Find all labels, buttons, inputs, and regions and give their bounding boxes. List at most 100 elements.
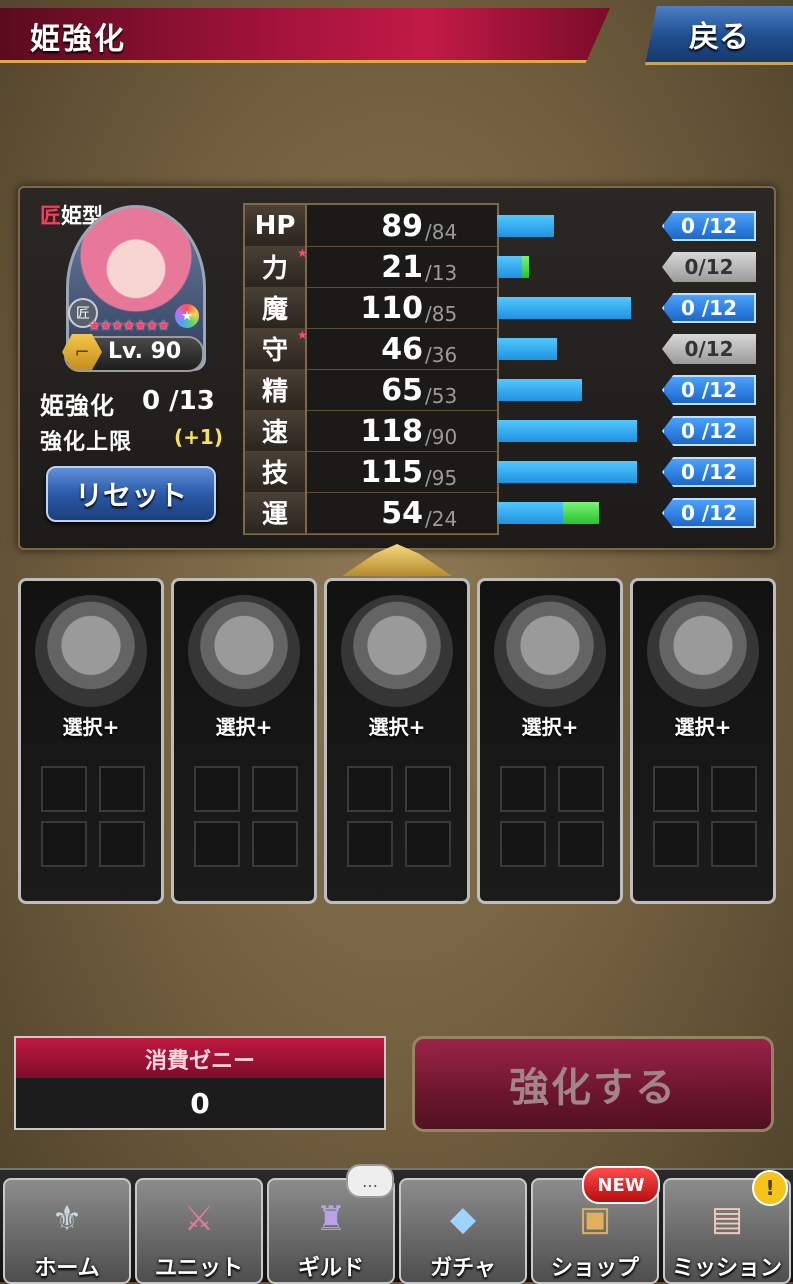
stat-value: 54 — [381, 496, 423, 531]
material-mini-slot — [711, 766, 757, 812]
stat-points-button[interactable]: 0 /12 — [662, 498, 756, 528]
stat-base-value: /84 — [425, 220, 458, 244]
nav-label: ユニット — [154, 1256, 243, 1281]
select-slot-label: 選択+ — [368, 715, 426, 739]
material-slot[interactable]: 選択+ — [630, 578, 776, 904]
material-mini-slot — [347, 766, 393, 812]
empty-slot-emblem-icon — [188, 595, 300, 707]
castle-icon: ♜ — [315, 1199, 347, 1239]
enhance-count-value: 0 /13 — [142, 386, 215, 416]
stat-bar-fill — [497, 256, 522, 278]
empty-slot-emblem-icon — [35, 595, 147, 707]
back-button[interactable]: 戻る — [645, 6, 793, 65]
material-mini-slot — [500, 766, 546, 812]
material-mini-slot — [252, 821, 298, 867]
nav-label: ホーム — [34, 1256, 100, 1281]
stat-bar-fill — [497, 502, 563, 524]
stat-bar — [497, 461, 637, 483]
nav-item[interactable]: ⚜ ホーム — [3, 1178, 131, 1284]
stat-bar — [497, 379, 637, 401]
new-badge: NEW — [582, 1166, 660, 1204]
material-mini-slot — [558, 821, 604, 867]
material-mini-slot — [405, 766, 451, 812]
material-mini-slot — [99, 766, 145, 812]
stat-row: 運 54/24 — [245, 492, 497, 534]
reset-button[interactable]: リセット — [46, 466, 216, 522]
stat-row: 速 118/90 — [245, 410, 497, 452]
stat-bar-bonus — [563, 502, 599, 524]
stat-bar-fill — [497, 420, 637, 442]
nav-item[interactable]: ⚔ ユニット — [135, 1178, 263, 1284]
stat-row: 精 65/53 — [245, 369, 497, 411]
stat-name: 運 — [245, 492, 307, 533]
material-mini-slot — [347, 821, 393, 867]
stat-base-value: /24 — [425, 507, 458, 531]
empty-slot-emblem-icon — [494, 595, 606, 707]
select-slot-label: 選択+ — [215, 715, 273, 739]
stat-bar — [497, 215, 637, 237]
nav-item[interactable]: ◆ ガチャ — [399, 1178, 527, 1284]
material-mini-slot — [405, 821, 451, 867]
nav-label: ガチャ — [430, 1256, 496, 1281]
stat-bar-fill — [497, 215, 554, 237]
stat-value: 89 — [381, 209, 423, 244]
cost-label: 消費ゼニー — [14, 1036, 386, 1080]
material-slot[interactable]: 選択+ — [18, 578, 164, 904]
rarity-stars: ★★★★★★★ — [88, 318, 170, 334]
stat-value: 115 — [360, 455, 423, 490]
scroll-icon: ▤ — [710, 1199, 744, 1239]
stat-points-button[interactable]: 0/12 — [662, 334, 756, 364]
material-mini-slot — [41, 766, 87, 812]
stat-name: 技 — [245, 451, 307, 492]
stat-bar — [497, 297, 637, 319]
stat-points-button[interactable]: 0/12 — [662, 252, 756, 282]
stat-bar-bonus — [522, 256, 529, 278]
stat-name: 精 — [245, 369, 307, 410]
material-slot[interactable]: 選択+ — [171, 578, 317, 904]
stat-name: HP — [245, 205, 307, 246]
stats-table: HP 89/84 力 ★ 21/13 魔 110/85 守 ★ 46/36 精 65/53 速 118/9… — [243, 203, 499, 535]
material-mini-slot — [558, 766, 604, 812]
stat-points-button[interactable]: 0 /12 — [662, 293, 756, 323]
stat-value: 21 — [381, 250, 423, 285]
select-slot-label: 選択+ — [674, 715, 732, 739]
material-mini-slot — [41, 821, 87, 867]
material-mini-slot — [99, 821, 145, 867]
cost-value: 0 — [14, 1078, 386, 1130]
enhance-limit-value: (+1) — [174, 425, 223, 449]
crystal-icon: ◆ — [449, 1199, 477, 1239]
stat-points-button[interactable]: 0 /12 — [662, 211, 756, 241]
empty-slot-emblem-icon — [647, 595, 759, 707]
stat-base-value: /95 — [425, 466, 458, 490]
page-title: 姫強化 — [30, 22, 126, 57]
level-label: Lv. 90 — [108, 339, 182, 364]
stat-row: 技 115/95 — [245, 451, 497, 493]
stat-bar-fill — [497, 338, 557, 360]
stat-base-value: /53 — [425, 384, 458, 408]
empty-slot-emblem-icon — [341, 595, 453, 707]
material-mini-slot — [653, 821, 699, 867]
stat-value: 46 — [381, 332, 423, 367]
stat-bar-fill — [497, 379, 582, 401]
material-mini-slot — [711, 821, 757, 867]
stat-bar-fill — [497, 297, 631, 319]
material-mini-slot — [252, 766, 298, 812]
stat-row: 守 ★ 46/36 — [245, 328, 497, 370]
stat-bar — [497, 338, 637, 360]
material-slot[interactable]: 選択+ — [324, 578, 470, 904]
select-slot-label: 選択+ — [62, 715, 120, 739]
enhance-count-label: 姫強化 — [40, 392, 115, 420]
stat-row: 力 ★ 21/13 — [245, 246, 497, 288]
nav-label: ショップ — [550, 1256, 639, 1281]
stat-bar — [497, 256, 637, 278]
stat-base-value: /36 — [425, 343, 458, 367]
nav-label: ミッション — [671, 1256, 782, 1281]
stat-points-button[interactable]: 0 /12 — [662, 375, 756, 405]
stat-points-button[interactable]: 0 /12 — [662, 416, 756, 446]
material-mini-slot — [653, 766, 699, 812]
enhance-button[interactable]: 強化する — [412, 1036, 774, 1132]
stat-base-value: /85 — [425, 302, 458, 326]
material-slot[interactable]: 選択+ — [477, 578, 623, 904]
star-rank-icon: ★ — [175, 304, 199, 328]
stat-points-button[interactable]: 0 /12 — [662, 457, 756, 487]
